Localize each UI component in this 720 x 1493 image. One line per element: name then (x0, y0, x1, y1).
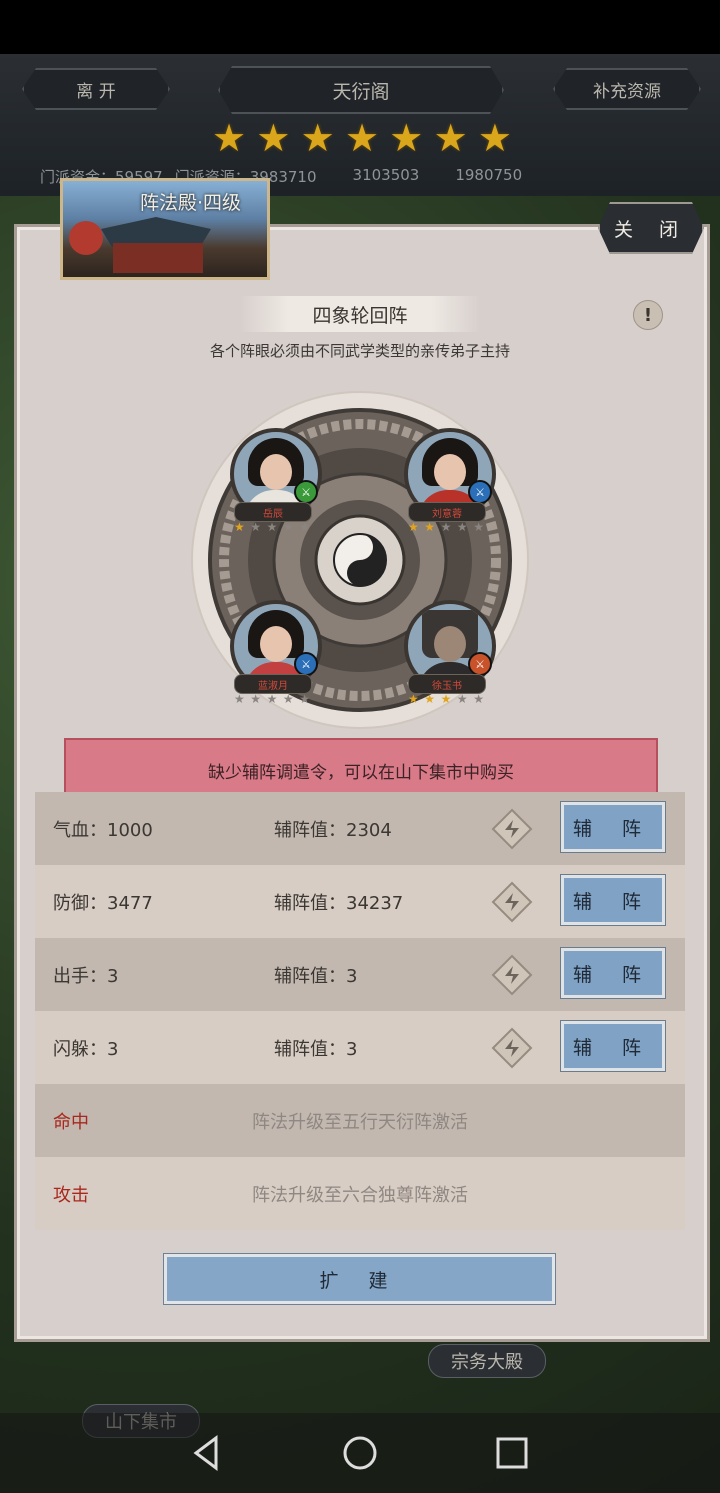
assist-value: 辅阵值：3 (274, 965, 358, 987)
star-icon: ★ (256, 116, 291, 160)
map-label-hall[interactable]: 宗务大殿 (428, 1344, 546, 1378)
back-icon[interactable] (186, 1433, 226, 1473)
swap-icon[interactable] (491, 881, 533, 923)
building-title: 阵法殿·四级 (140, 192, 242, 214)
assist-value: 辅阵值：2304 (274, 819, 392, 841)
locked-hint: 阵法升级至五行天衍阵激活 (252, 1111, 468, 1133)
stats-table: 气血：1000 辅阵值：2304 辅 阵 防御：3477 辅阵值：34237 辅… (35, 792, 685, 1230)
swap-icon[interactable] (491, 808, 533, 850)
locked-label: 攻击 (53, 1184, 89, 1206)
locked-stat-row: 阵法升级至六合独尊阵激活 攻击 (35, 1157, 685, 1230)
star-icon: ★ (389, 116, 424, 160)
stat-label: 出手：3 (53, 965, 119, 987)
stat-label: 气血：1000 (53, 819, 153, 841)
expand-button[interactable]: 扩 建 (163, 1253, 556, 1305)
stat-row: 闪躲：3 辅阵值：3 辅 阵 (35, 1011, 685, 1084)
page-title: 天衍阁 (218, 66, 504, 114)
stat-label: 防御：3477 (53, 892, 153, 914)
status-bar (0, 0, 720, 54)
locked-hint: 阵法升级至六合独尊阵激活 (252, 1184, 468, 1206)
assist-button[interactable]: 辅 阵 (560, 801, 666, 853)
assist-button[interactable]: 辅 阵 (560, 1020, 666, 1072)
assist-value: 辅阵值：34237 (274, 892, 404, 914)
hero-slot-4[interactable]: ⚔ 徐玉书 ★ ★ ★ ★ ★ (398, 600, 496, 720)
star-icon: ★ (344, 116, 380, 160)
locked-stat-row: 阵法升级至五行天衍阵激活 命中 (35, 1084, 685, 1157)
hero-slot-2[interactable]: ⚔ 刘意蓉 ★ ★ ★ ★ ★ (398, 428, 496, 548)
supply-resources-button[interactable]: 补充资源 (553, 68, 701, 110)
hero-stars: ★ ★ ★ ★ ★ (234, 520, 310, 534)
system-nav-bar (0, 1413, 720, 1493)
hero-name: 刘意蓉 (408, 502, 486, 522)
hero-name: 岳辰 (234, 502, 312, 522)
star-icon: ★ (300, 116, 335, 160)
assist-button[interactable]: 辅 阵 (560, 947, 666, 999)
resource-value-4: 1980750 (455, 166, 523, 184)
swap-icon[interactable] (491, 954, 533, 996)
stat-label: 闪躲：3 (53, 1038, 119, 1060)
stat-row: 气血：1000 辅阵值：2304 辅 阵 (35, 792, 685, 865)
locked-label: 命中 (53, 1111, 89, 1133)
hero-stars: ★ ★ ★ ★ ★ (408, 520, 484, 534)
hero-slot-3[interactable]: ⚔ 蓝淑月 ★ ★ ★ ★ ★ (224, 600, 322, 720)
resource-value-3: 3103503 (352, 166, 420, 184)
hero-slot-1[interactable]: ⚔ 岳辰 ★ ★ ★ ★ ★ (224, 428, 322, 548)
star-icon: ★ (212, 116, 247, 160)
hero-stars: ★ ★ ★ ★ ★ (234, 692, 310, 706)
weapon-type-icon: ⚔ (468, 652, 492, 676)
close-button[interactable]: 关 闭 (598, 202, 704, 254)
hero-name: 蓝淑月 (234, 674, 312, 694)
assist-button[interactable]: 辅 阵 (560, 874, 666, 926)
leave-button[interactable]: 离 开 (22, 68, 170, 110)
weapon-type-icon: ⚔ (294, 652, 318, 676)
star-icon: ★ (477, 116, 512, 160)
weapon-type-icon: ⚔ (468, 480, 492, 504)
formation-subtitle: 各个阵眼必须由不同武学类型的亲传弟子主持 (209, 342, 510, 360)
assist-value: 辅阵值：3 (274, 1038, 358, 1060)
yin-yang-icon (333, 533, 387, 587)
stat-row: 防御：3477 辅阵值：34237 辅 阵 (35, 865, 685, 938)
stat-row: 出手：3 辅阵值：3 辅 阵 (35, 938, 685, 1011)
weapon-type-icon: ⚔ (294, 480, 318, 504)
home-icon[interactable] (340, 1433, 380, 1473)
rating-stars: ★ ★ ★ ★ ★ ★ ★ (212, 119, 512, 157)
swap-icon[interactable] (491, 1027, 533, 1069)
hero-name: 徐玉书 (408, 674, 486, 694)
hero-stars: ★ ★ ★ ★ ★ (408, 692, 484, 706)
formation-name: 四象轮回阵 (240, 296, 480, 332)
star-icon: ★ (433, 116, 468, 160)
info-icon[interactable]: ! (633, 300, 663, 330)
recents-icon[interactable] (492, 1433, 532, 1473)
